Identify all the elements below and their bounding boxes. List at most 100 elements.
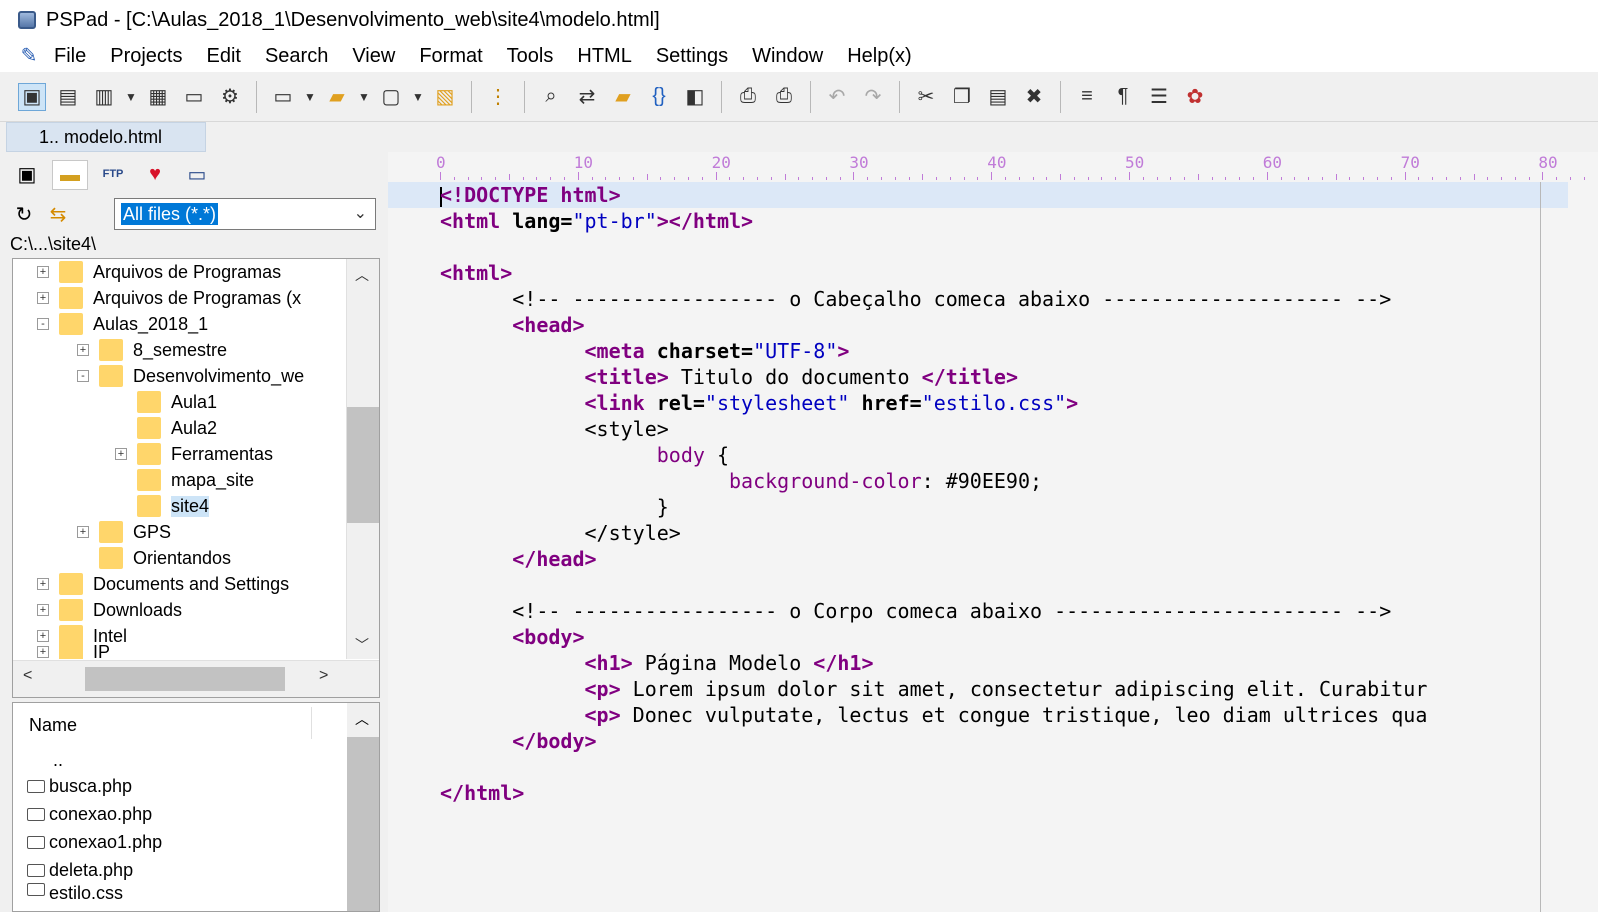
scroll-up-icon[interactable]: ︿ [355,265,369,285]
list-item[interactable]: conexao.php [27,801,152,827]
delete-icon[interactable]: ✖ [1020,83,1048,111]
dropdown-icon[interactable]: ▼ [357,83,371,111]
expand-icon[interactable]: + [115,448,127,460]
save-file-icon[interactable]: ▢ [377,83,405,111]
tree-item[interactable]: mapa_site [137,467,254,493]
tree-item[interactable]: + GPS [77,519,171,545]
list-item-parent[interactable]: .. [53,747,63,773]
scrollbar-thumb[interactable] [85,667,285,691]
wrap-icon[interactable]: ≡ [1073,83,1101,111]
tree-item[interactable]: Aula2 [137,415,217,441]
expand-icon[interactable]: + [37,292,49,304]
pilcrow-icon[interactable]: ¶ [1109,83,1137,111]
code-line[interactable]: </head> [440,546,1427,572]
code-editor[interactable]: 0 10 20 30 40 50 60 70 80 <!DOCTYPE html> <html l… [388,152,1598,912]
tree-horizontal-scrollbar[interactable]: < > [13,660,379,697]
expand-icon[interactable]: + [37,630,49,642]
dropdown-icon[interactable]: ▼ [411,83,425,111]
tree-item[interactable]: - Aulas_2018_1 [37,311,208,337]
compare-icon[interactable]: ◧ [681,83,709,111]
code-line[interactable]: <head> [440,312,1427,338]
code-line[interactable]: </html> [440,780,1427,806]
open-file-icon[interactable]: ▰ [323,83,351,111]
menu-html[interactable]: HTML [577,45,631,68]
tree-item[interactable]: + Ferramentas [115,441,273,467]
colors-icon[interactable]: ✿ [1181,83,1209,111]
code-line[interactable]: <!DOCTYPE html> [440,182,1427,208]
find-icon[interactable]: ⌕ [537,83,565,111]
new-project-icon[interactable]: ▣ [18,82,46,111]
tree-item[interactable]: + Arquivos de Programas [37,259,281,285]
tree-item[interactable]: + Documents and Settings [37,571,289,597]
tree-item[interactable]: + Arquivos de Programas (x [37,285,301,311]
paste-icon[interactable]: ▤ [984,83,1012,111]
dropdown-icon[interactable]: ▼ [303,83,317,111]
redo-icon[interactable]: ↷ [859,83,887,111]
undo-icon[interactable]: ↶ [823,83,851,111]
list-item[interactable]: busca.php [27,773,132,799]
tree-icon[interactable]: ⋮ [484,83,512,111]
scrollbar-thumb[interactable] [347,407,379,523]
menu-projects[interactable]: Projects [110,45,182,68]
print-preview-icon[interactable]: ⎙ [734,83,762,111]
menu-file[interactable]: File [54,45,86,68]
projects-icon[interactable]: ▣ [10,160,44,188]
scroll-right-icon[interactable]: > [319,667,328,685]
code-line[interactable]: } [440,494,1427,520]
menu-search[interactable]: Search [265,45,328,68]
expand-icon[interactable]: + [77,526,89,538]
format-icon[interactable]: ☰ [1145,83,1173,111]
scrollbar-thumb[interactable] [347,737,379,911]
menu-tools[interactable]: Tools [507,45,554,68]
save-project-icon[interactable]: ▥ [90,83,118,111]
code-line[interactable]: <link rel="stylesheet" href="estilo.css"… [440,390,1427,416]
new-file-icon[interactable]: ▭ [269,83,297,111]
expand-icon[interactable]: + [37,646,49,658]
find-in-files-icon[interactable]: ▰ [609,83,637,111]
expand-icon[interactable]: + [37,266,49,278]
code-line[interactable]: <p> Donec vulputate, lectus et congue tr… [440,702,1427,728]
tree-vertical-scrollbar[interactable]: ︿ ﹀ [346,259,379,659]
tree-item[interactable]: Orientandos [99,545,231,571]
file-filter-select[interactable]: All files (*.*) ⌄ [114,198,376,230]
tree-item[interactable]: + Downloads [37,597,182,623]
project-tools-icon[interactable]: ⚙ [216,83,244,111]
scroll-left-icon[interactable]: < [23,667,32,685]
cut-icon[interactable]: ✂ [912,83,940,111]
menu-help[interactable]: Help(x) [847,45,911,68]
expand-icon[interactable]: + [37,604,49,616]
code-line[interactable] [440,754,1427,780]
folder-icon[interactable]: ▬ [52,160,88,190]
code-text[interactable]: <!DOCTYPE html> <html lang="pt-br"></html… [440,182,1427,806]
project-settings-icon[interactable]: ▦ [144,83,172,111]
file-list-scrollbar[interactable]: ︿ [347,703,379,911]
save-all-icon[interactable]: ▧ [431,83,459,111]
expand-icon[interactable]: + [37,578,49,590]
code-line[interactable] [440,572,1427,598]
tree-item[interactable]: + IP [37,645,110,659]
list-item[interactable]: deleta.php [27,857,133,883]
collapse-icon[interactable]: - [77,370,89,382]
code-line[interactable]: </style> [440,520,1427,546]
tab-modelo-html[interactable]: 1.. modelo.html [6,122,206,152]
code-line[interactable]: </body> [440,728,1427,754]
list-item[interactable]: estilo.css [27,883,123,899]
collapse-icon[interactable]: - [37,318,49,330]
menu-edit[interactable]: Edit [206,45,240,68]
log-icon[interactable]: ▭ [180,83,208,111]
ftp-icon[interactable]: FTP [96,160,130,188]
favorites-heart-icon[interactable]: ♥ [138,160,172,188]
window-icon[interactable]: ▭ [180,160,214,188]
code-line[interactable]: <!-- ----------------- o Corpo comeca ab… [440,598,1427,624]
code-line[interactable]: <h1> Página Modelo </h1> [440,650,1427,676]
menu-format[interactable]: Format [419,45,482,68]
tree-item[interactable]: +8_semestre [77,337,227,363]
column-divider[interactable] [311,707,312,739]
menu-view[interactable]: View [352,45,395,68]
code-line[interactable]: <meta charset="UTF-8"> [440,338,1427,364]
code-line[interactable]: <html> [440,260,1427,286]
code-line[interactable]: <title> Titulo do documento </title> [440,364,1427,390]
code-line[interactable]: body { [440,442,1427,468]
list-item[interactable]: conexao1.php [27,829,162,855]
copy-icon[interactable]: ❐ [948,83,976,111]
